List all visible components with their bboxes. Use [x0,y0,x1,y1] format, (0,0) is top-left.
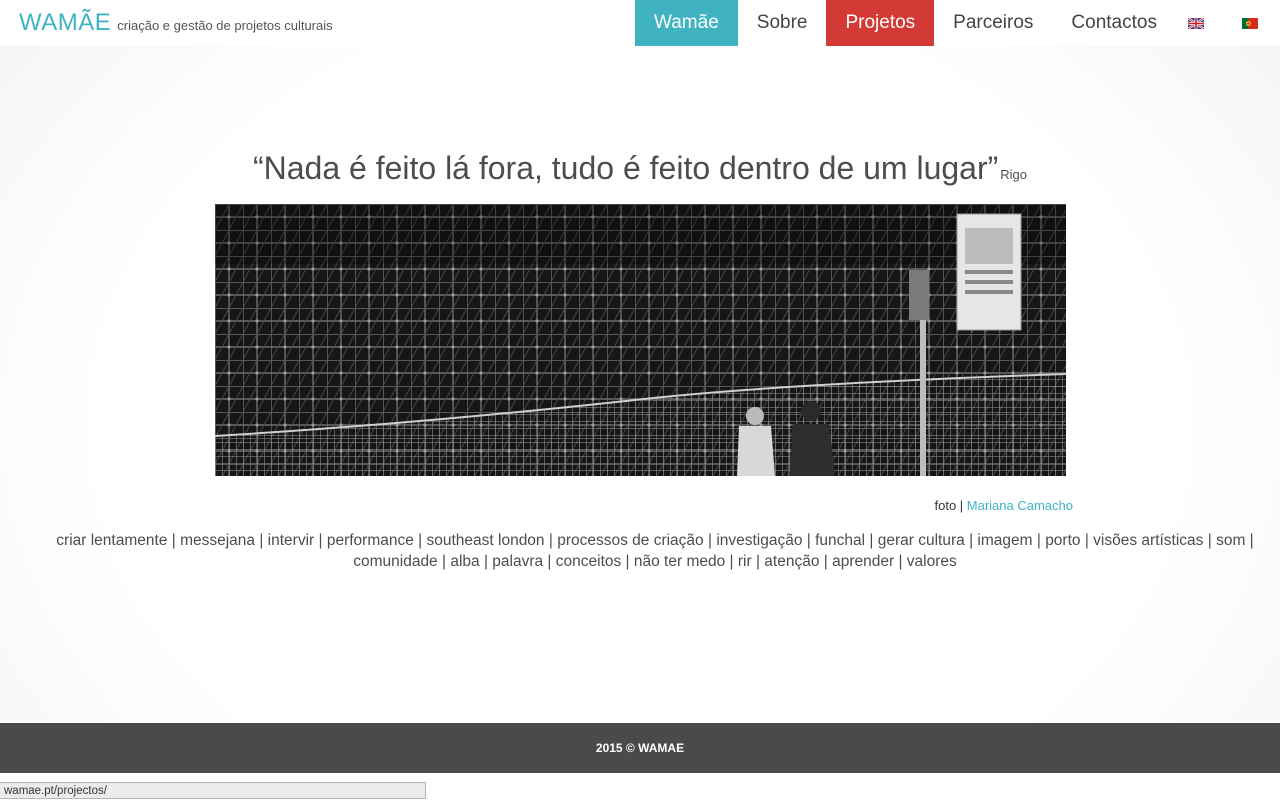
main-nav: Wamãe Sobre Projetos Parceiros Contactos [635,0,1176,46]
nav-item-projetos[interactable]: Projetos [826,0,935,46]
brand-tagline: criação e gestão de projetos culturais [117,18,333,33]
tag-link[interactable]: intervir [268,532,315,549]
tag-link[interactable]: palavra [492,553,543,570]
browser-status-bar: wamae.pt/projectos/ [0,782,426,799]
tag-separator: | [543,553,556,570]
nav-item-sobre[interactable]: Sobre [738,0,827,46]
featured-photo [215,204,1066,476]
tag-link[interactable]: atenção [764,553,819,570]
tag-link[interactable]: alba [450,553,479,570]
tag-link[interactable]: imagem [977,532,1032,549]
tag-link[interactable]: comunidade [353,553,437,570]
tag-separator: | [819,553,833,570]
photo-credit: foto | Mariana Camacho [0,498,1073,513]
credit-photographer-link[interactable]: Mariana Camacho [967,498,1073,513]
tag-link[interactable]: southeast london [426,532,544,549]
tag-separator: | [544,532,558,549]
tag-separator: | [314,532,327,549]
tag-separator: | [167,532,181,549]
tag-separator: | [479,553,493,570]
tag-link[interactable]: aprender [832,553,894,570]
tag-separator: | [1203,532,1217,549]
tag-link[interactable]: som [1216,532,1245,549]
tag-list: criar lentamente | messejana | intervir … [50,530,1260,572]
tag-separator: | [964,532,978,549]
tag-link[interactable]: porto [1045,532,1080,549]
tag-separator: | [894,553,907,570]
tag-link[interactable]: gerar cultura [878,532,965,549]
tag-link[interactable]: visões artísticas [1093,532,1203,549]
tag-separator: | [621,553,634,570]
tag-separator: | [1080,532,1094,549]
brand-logo-text[interactable]: WAMÃE [19,9,111,37]
quote-block: “Nada é feito lá fora, tudo é feito dent… [0,150,1280,187]
tag-separator: | [865,532,878,549]
tag-link[interactable]: messejana [180,532,255,549]
pt-flag-icon[interactable] [1242,18,1258,29]
tag-separator: | [255,532,268,549]
nav-item-wamae[interactable]: Wamãe [635,0,738,46]
tag-separator: | [751,553,765,570]
tag-separator: | [1245,532,1254,549]
footer-copyright: 2015 © WAMAE [595,741,685,755]
status-url: wamae.pt/projectos/ [4,785,107,797]
nav-item-parceiros[interactable]: Parceiros [934,0,1052,46]
tag-separator: | [703,532,717,549]
tag-link[interactable]: investigação [716,532,802,549]
tag-link[interactable]: não ter medo [634,553,725,570]
site-header: WAMÃE criação e gestão de projetos cultu… [0,0,1280,46]
tag-separator: | [437,553,451,570]
tag-separator: | [725,553,738,570]
tag-link[interactable]: processos de criação [557,532,703,549]
tag-link[interactable]: performance [327,532,414,549]
tag-link[interactable]: rir [738,553,752,570]
tag-link[interactable]: funchal [815,532,865,549]
nav-item-contactos[interactable]: Contactos [1052,0,1176,46]
scaffolding-photo-illustration [215,204,1066,476]
tag-separator: | [802,532,816,549]
tag-link[interactable]: conceitos [556,553,621,570]
tag-link[interactable]: criar lentamente [56,532,167,549]
tag-separator: | [1032,532,1046,549]
credit-prefix: foto | [934,498,967,513]
quote-author: Rigo [1000,167,1028,182]
tag-separator: | [413,532,427,549]
brand[interactable]: WAMÃE criação e gestão de projetos cultu… [19,9,333,37]
tag-link[interactable]: valores [907,553,957,570]
uk-flag-icon[interactable] [1188,18,1204,29]
site-footer: 2015 © WAMAE [0,723,1280,773]
quote-text: “Nada é feito lá fora, tudo é feito dent… [252,150,999,186]
